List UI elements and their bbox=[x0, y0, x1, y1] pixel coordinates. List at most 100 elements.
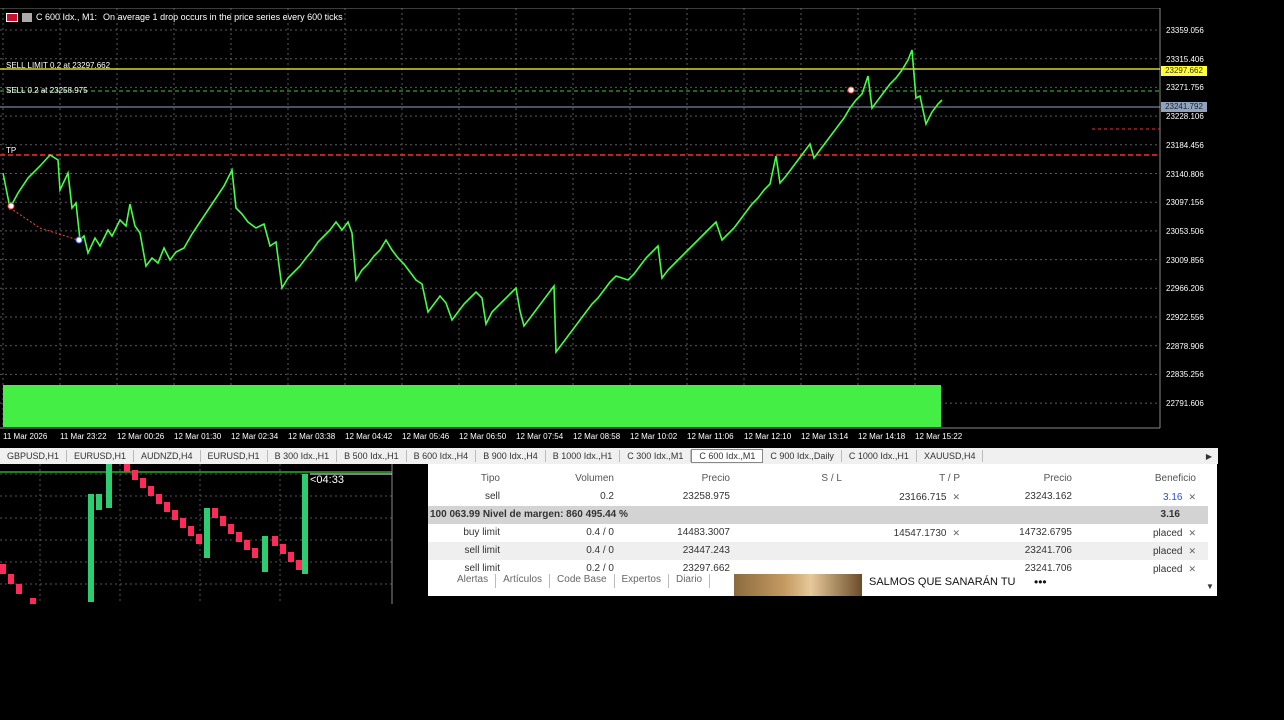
cell-precio: 23447.243 bbox=[682, 545, 730, 556]
remove-tp-icon[interactable]: ✕ bbox=[952, 492, 960, 502]
terminal-tab[interactable]: Expertos bbox=[615, 574, 669, 588]
chart-tab[interactable]: XAUUSD,H4 bbox=[917, 450, 984, 462]
symbol-flag-icon bbox=[6, 12, 18, 22]
chart-tab[interactable]: B 500 Idx.,H1 bbox=[337, 450, 407, 462]
cancel-order-icon[interactable]: ✕ bbox=[1188, 546, 1196, 556]
table-row[interactable]: sell limit 0.4 / 0 23447.243 23241.706 place… bbox=[428, 542, 1208, 560]
time-axis-label: 12 Mar 12:10 bbox=[744, 432, 792, 441]
time-axis-label: 12 Mar 00:26 bbox=[117, 432, 165, 441]
cell-tipo: sell bbox=[484, 491, 500, 502]
price-axis-label: 23053.506 bbox=[1166, 226, 1204, 236]
cell-beneficio: placed ✕ bbox=[1082, 560, 1196, 578]
time-axis-label: 12 Mar 10:02 bbox=[630, 432, 678, 441]
time-axis-label: 12 Mar 02:34 bbox=[231, 432, 279, 441]
trade-marker bbox=[75, 236, 83, 244]
ad-title[interactable]: SALMOS QUE SANARÁN TU bbox=[869, 576, 1016, 588]
more-icon[interactable]: ••• bbox=[1034, 575, 1047, 589]
terminal-tab[interactable]: Alertas bbox=[450, 574, 497, 588]
price-axis-label: 22922.556 bbox=[1166, 313, 1204, 322]
price-axis-label: 22835.256 bbox=[1166, 370, 1204, 380]
cell-volumen: 0.4 / 0 bbox=[586, 527, 614, 538]
header-precio-actual[interactable]: Precio bbox=[972, 470, 1072, 488]
time-axis-label: 12 Mar 07:54 bbox=[516, 432, 564, 441]
cell-precio-actual: 23241.706 bbox=[1024, 545, 1072, 556]
table-row[interactable]: buy limit 0.4 / 0 14483.3007 14732.6795 1454… bbox=[428, 524, 1208, 542]
trade-terminal: Tipo Volumen Precio S / L T / P Precio B… bbox=[428, 464, 1217, 596]
chart-tab[interactable]: C 900 Idx.,Daily bbox=[763, 450, 842, 462]
ad-thumbnail[interactable] bbox=[734, 574, 862, 596]
header-sl[interactable]: S / L bbox=[744, 470, 842, 488]
chart-symbol: C 600 Idx., M1: bbox=[36, 12, 98, 22]
cancel-order-icon[interactable]: ✕ bbox=[1188, 564, 1196, 574]
chart-tab[interactable]: B 600 Idx.,H4 bbox=[407, 450, 477, 462]
price-axis-label: 23184.456 bbox=[1166, 140, 1204, 150]
balance-summary-row: 100 063.99 Nivel de margen: 860 495.44 %… bbox=[428, 506, 1208, 524]
price-axis-label: 22878.906 bbox=[1166, 341, 1204, 351]
sell-label[interactable]: SELL 0.2 at 23258.975 bbox=[6, 86, 88, 95]
time-axis-label: 12 Mar 03:38 bbox=[288, 432, 336, 441]
price-axis-label: 23140.806 bbox=[1166, 169, 1204, 179]
cancel-order-icon[interactable]: ✕ bbox=[1188, 528, 1196, 538]
cell-beneficio: placed ✕ bbox=[1082, 524, 1196, 542]
price-axis-label: 22791.606 bbox=[1166, 399, 1204, 409]
price-axis-label: 23271.756 bbox=[1166, 83, 1204, 93]
tp-label[interactable]: TP bbox=[6, 146, 16, 155]
cell-tp: 14547.1730 ✕ bbox=[852, 524, 960, 542]
time-axis-label: 11 Mar 2026 bbox=[3, 432, 48, 441]
cell-precio: 14483.3007 bbox=[677, 527, 730, 538]
time-axis-label: 11 Mar 23:22 bbox=[60, 432, 107, 441]
cell-beneficio: 3.16 ✕ bbox=[1082, 488, 1196, 506]
chart-tab[interactable]: GBPUSD,H1 bbox=[0, 450, 68, 462]
trade-marker bbox=[847, 86, 855, 94]
header-tipo[interactable]: Tipo bbox=[428, 470, 500, 488]
table-row[interactable]: sell 0.2 23258.975 23166.715 ✕ 23243.162 … bbox=[428, 488, 1208, 506]
order-status: placed bbox=[1152, 528, 1183, 539]
chart-tab[interactable]: C 1000 Idx.,H1 bbox=[842, 450, 917, 462]
total-profit: 3.16 bbox=[1160, 509, 1180, 520]
time-axis-label: 12 Mar 08:58 bbox=[573, 432, 621, 441]
chart-tab[interactable]: B 300 Idx.,H1 bbox=[268, 450, 338, 462]
time-axis-label: 12 Mar 14:18 bbox=[858, 432, 906, 441]
terminal-tab[interactable]: Artículos bbox=[496, 574, 551, 588]
chart-tab[interactable]: EURUSD,H1 bbox=[67, 450, 135, 462]
time-axis-label: 12 Mar 06:50 bbox=[459, 432, 507, 441]
price-axis-label: 23009.856 bbox=[1166, 255, 1204, 265]
time-axis-label: 12 Mar 13:14 bbox=[801, 432, 849, 441]
chart-tab[interactable]: B 1000 Idx.,H1 bbox=[546, 450, 621, 462]
scroll-down-icon[interactable]: ▼ bbox=[1206, 582, 1214, 591]
chart-tab[interactable]: C 600 Idx.,M1 bbox=[691, 449, 764, 463]
remove-tp-icon[interactable]: ✕ bbox=[952, 528, 960, 538]
header-volumen[interactable]: Volumen bbox=[510, 470, 614, 488]
chart-title: C 600 Idx., M1: On average 1 drop occurs… bbox=[6, 10, 343, 24]
order-status: placed bbox=[1152, 564, 1183, 575]
cell-precio: 23258.975 bbox=[682, 491, 730, 502]
chart-tab[interactable]: B 900 Idx.,H4 bbox=[476, 450, 546, 462]
pending-orders: buy limit 0.4 / 0 14483.3007 14732.6795 1454… bbox=[428, 524, 1208, 578]
chart-tab[interactable]: C 300 Idx.,M1 bbox=[620, 450, 692, 462]
header-tp[interactable]: T / P bbox=[852, 470, 960, 488]
price-axis-label: 23228.106 bbox=[1166, 112, 1204, 122]
chart-tab[interactable]: EURUSD,H1 bbox=[201, 450, 268, 462]
chart-subtitle: On average 1 drop occurs in the price se… bbox=[103, 12, 343, 22]
main-price-chart[interactable] bbox=[0, 8, 1218, 445]
tabs-scroll-right-icon[interactable]: ▶ bbox=[1200, 452, 1218, 461]
profit-value: 3.16 bbox=[1162, 492, 1183, 503]
price-axis-label: 23097.156 bbox=[1166, 198, 1204, 208]
chart-tab[interactable]: AUDNZD,H4 bbox=[134, 450, 201, 462]
cell-volumen: 0.2 bbox=[600, 491, 614, 502]
time-axis-label: 12 Mar 05:46 bbox=[402, 432, 450, 441]
terminal-tab[interactable]: Diario bbox=[669, 574, 711, 588]
header-precio[interactable]: Precio bbox=[624, 470, 730, 488]
header-beneficio[interactable]: Beneficio bbox=[1082, 470, 1196, 488]
time-axis-label: 12 Mar 11:06 bbox=[687, 432, 734, 441]
time-axis-label: 12 Mar 04:42 bbox=[345, 432, 393, 441]
cell-beneficio: placed ✕ bbox=[1082, 542, 1196, 560]
chart-tabs-bar: GBPUSD,H1 EURUSD,H1 AUDNZD,H4 EURUSD,H1 B 30… bbox=[0, 448, 1218, 464]
bar-countdown: <04:33 bbox=[310, 474, 344, 486]
time-axis-label: 12 Mar 15:22 bbox=[915, 432, 963, 441]
close-position-icon[interactable]: ✕ bbox=[1188, 492, 1196, 502]
sell-limit-label[interactable]: SELL LIMIT 0.2 at 23297.662 bbox=[6, 61, 110, 70]
cell-tipo: sell limit bbox=[464, 545, 500, 556]
window-icon bbox=[22, 12, 32, 22]
terminal-tab[interactable]: Code Base bbox=[550, 574, 615, 588]
